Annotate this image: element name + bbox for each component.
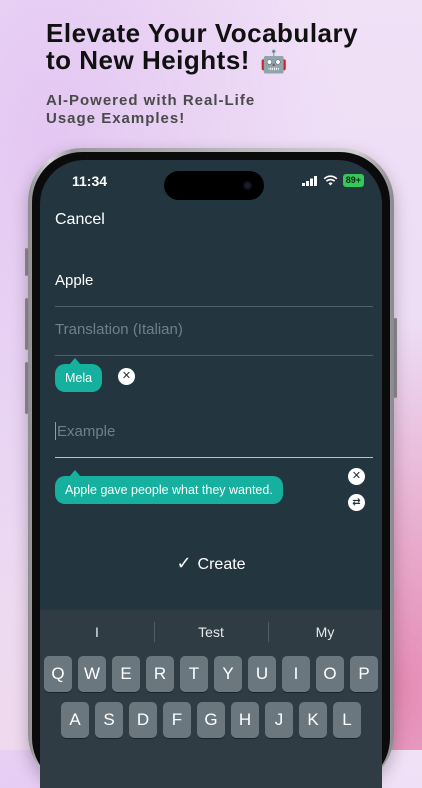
promo-subhead: AI-Powered with Real-Life Usage Examples… [46, 92, 346, 128]
translation-field[interactable]: Translation (Italian) [55, 307, 373, 356]
key-q[interactable]: Q [44, 656, 72, 692]
subhead-line-1: AI-Powered with Real-Life [46, 92, 256, 109]
translation-suggestion-text: Mela [65, 371, 93, 385]
key-i[interactable]: I [282, 656, 310, 692]
headline-line-2: to New Heights! 🤖 [46, 47, 406, 75]
example-field[interactable]: Example [55, 409, 373, 458]
keyboard: I Test My Q W E R T Y U I O P A S D F G … [40, 610, 382, 788]
text-cursor [55, 422, 56, 440]
example-suggestion-text: Apple gave people what they wanted. [65, 483, 273, 497]
dynamic-island [164, 171, 264, 200]
suggestion-1[interactable]: I [40, 610, 154, 654]
example-suggestion-chip[interactable]: Apple gave people what they wanted. [55, 470, 283, 504]
close-icon: ✕ [121, 370, 132, 382]
translation-placeholder: Translation (Italian) [55, 321, 183, 338]
key-j[interactable]: J [265, 702, 293, 738]
key-t[interactable]: T [180, 656, 208, 692]
key-l[interactable]: L [333, 702, 361, 738]
keyboard-suggestions: I Test My [40, 610, 382, 654]
suggestion-3[interactable]: My [268, 610, 382, 654]
promo-headline: Elevate Your Vocabulary to New Heights! 🤖 [46, 20, 406, 75]
word-field[interactable]: Apple [55, 258, 373, 307]
swap-example-button[interactable]: ⇄ [348, 494, 365, 511]
key-s[interactable]: S [95, 702, 123, 738]
dismiss-translation-button[interactable]: ✕ [118, 368, 135, 385]
key-p[interactable]: P [350, 656, 378, 692]
key-a[interactable]: A [61, 702, 89, 738]
key-row-2: A S D F G H J K L [40, 702, 382, 738]
power-button [394, 318, 397, 398]
key-g[interactable]: G [197, 702, 225, 738]
create-label: Create [197, 556, 246, 573]
close-icon: ✕ [351, 470, 362, 482]
status-time: 11:34 [72, 173, 108, 189]
key-o[interactable]: O [316, 656, 344, 692]
word-value: Apple [55, 272, 94, 289]
phone-frame: 11:34 89+ Cancel Apple Translation (Ital… [28, 148, 394, 788]
suggestion-2[interactable]: Test [154, 610, 268, 654]
key-r[interactable]: R [146, 656, 174, 692]
key-f[interactable]: F [163, 702, 191, 738]
headline-line-1: Elevate Your Vocabulary [46, 18, 359, 48]
phone-bezel: 11:34 89+ Cancel Apple Translation (Ital… [32, 152, 390, 788]
wifi-icon [323, 175, 338, 186]
battery-indicator: 89+ [342, 174, 364, 187]
key-y[interactable]: Y [214, 656, 242, 692]
key-e[interactable]: E [112, 656, 140, 692]
key-u[interactable]: U [248, 656, 276, 692]
key-k[interactable]: K [299, 702, 327, 738]
translation-suggestion-chip[interactable]: Mela [55, 358, 103, 392]
checkmark-icon: ✓ [176, 553, 192, 573]
key-row-1: Q W E R T Y U I O P [40, 656, 382, 692]
robot-icon: 🤖 [259, 49, 288, 74]
cancel-button[interactable]: Cancel [55, 211, 105, 229]
dismiss-example-button[interactable]: ✕ [348, 468, 365, 485]
camera-icon [243, 181, 252, 190]
status-icons: 89+ [301, 174, 364, 187]
phone-screen: 11:34 89+ Cancel Apple Translation (Ital… [40, 160, 382, 788]
key-h[interactable]: H [231, 702, 259, 738]
subhead-line-2: Usage Examples! [46, 110, 186, 127]
swap-icon: ⇄ [352, 497, 361, 508]
headline-line-2-text: to New Heights! [46, 45, 250, 75]
example-placeholder: Example [57, 423, 116, 440]
signal-icon [301, 175, 317, 186]
key-w[interactable]: W [78, 656, 106, 692]
key-d[interactable]: D [129, 702, 157, 738]
create-button[interactable]: ✓ Create [40, 553, 382, 574]
